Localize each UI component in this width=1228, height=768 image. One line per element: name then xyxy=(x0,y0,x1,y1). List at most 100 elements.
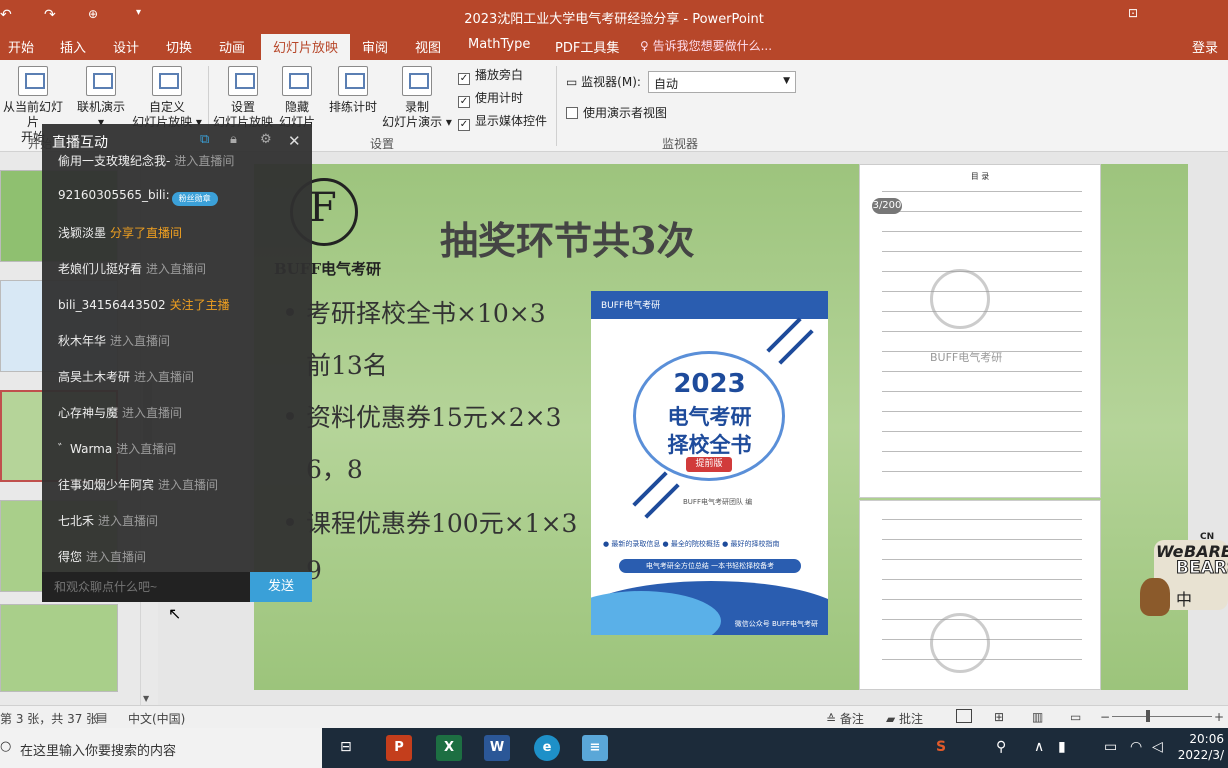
sign-in-link[interactable]: 登录 xyxy=(1192,37,1218,56)
microphone-icon[interactable]: ▮ xyxy=(1058,739,1066,755)
live-app-icon[interactable]: ≡ xyxy=(582,735,608,761)
scroll-down-icon[interactable]: ▼ xyxy=(143,694,149,703)
zoom-slider[interactable] xyxy=(1112,710,1212,722)
chat-user: 92160305565_bili: xyxy=(58,188,170,202)
contents-page-image[interactable] xyxy=(859,500,1101,690)
live-chat-panel: 直播互动 ⧉ 🔒︎ ⚙ ✕ 偷用一支玫瑰纪念我- 进入直播间 9216030556… xyxy=(42,124,312,602)
tab-insert[interactable]: 插入 xyxy=(60,37,86,56)
bullet-subitem[interactable]: 前13名 xyxy=(306,346,388,382)
notes-icon: ≙ xyxy=(826,712,840,726)
title-bar: ↶ ↷ ⊕ ▾ 2023沈阳工业大学电气考研经验分享 - PowerPoint … xyxy=(0,0,1228,32)
lock-icon[interactable]: 🔒︎ xyxy=(230,132,237,147)
comments-button[interactable]: ▰ 批注 xyxy=(886,710,923,727)
chat-message: 老娘们儿挺好看 进入直播间 xyxy=(58,260,206,277)
slideshow-view-icon[interactable]: ▭ xyxy=(1070,710,1081,724)
checkbox-box xyxy=(566,107,578,119)
hide-slide-button[interactable]: 隐藏 幻灯片 xyxy=(276,66,318,130)
chat-user: 秋木年华 xyxy=(58,334,107,348)
monitor-select[interactable]: 自动 ▼ xyxy=(648,71,796,93)
volume-icon[interactable]: ◁ xyxy=(1152,739,1163,755)
button-label: 幻灯片演示 ▾ xyxy=(382,115,452,129)
normal-view-icon[interactable] xyxy=(956,709,972,723)
copy-icon[interactable]: ⧉ xyxy=(200,132,209,147)
input-method-icon[interactable]: S xyxy=(936,739,946,755)
spell-check-icon[interactable]: ▤ xyxy=(96,710,107,724)
show-hidden-icons[interactable]: ∧ xyxy=(1034,739,1044,755)
word-icon[interactable]: W xyxy=(484,735,510,761)
slide[interactable]: F BUFF电气考研 抽奖环节共3次 考研择校全书×10×3 前13名 资料优惠… xyxy=(254,164,1188,690)
chat-action: 进入直播间 xyxy=(110,334,171,348)
book-cover-image[interactable]: BUFF电气考研 2023 电气考研 择校全书 提前版 BUFF电气考研团队 编… xyxy=(591,291,828,635)
bullet-item[interactable]: 资料优惠券15元×2×3 xyxy=(286,398,562,434)
chat-action: 进入直播间 xyxy=(134,370,195,384)
slideshow-current-icon xyxy=(18,66,48,96)
send-button[interactable]: 发送 xyxy=(250,572,312,602)
toc-line xyxy=(882,619,1082,620)
monitor-label: ▭ 监视器(M): xyxy=(566,73,641,90)
present-online-button[interactable]: 联机演示 ▾ xyxy=(72,66,130,130)
book-features: ● 最新的录取信息 ● 最全的院校概括 ● 最好的择校指南 xyxy=(603,540,780,548)
ribbon-display-options-icon[interactable]: ⊡ xyxy=(1128,6,1138,20)
language-indicator[interactable]: 中文(中国) xyxy=(128,710,185,727)
tab-review[interactable]: 审阅 xyxy=(362,37,388,56)
mouse-cursor-icon: ↖ xyxy=(168,604,182,623)
close-icon[interactable]: ✕ xyxy=(288,132,301,150)
bullet-item[interactable]: 考研择校全书×10×3 xyxy=(286,294,546,330)
tab-design[interactable]: 设计 xyxy=(113,37,139,56)
task-view-icon[interactable]: ⊟ xyxy=(340,739,352,755)
tab-transitions[interactable]: 切换 xyxy=(166,37,192,56)
custom-slideshow-button[interactable]: 自定义 幻灯片放映 ▾ xyxy=(128,66,206,130)
chat-user: 老娘们儿挺好看 xyxy=(58,262,143,276)
reading-view-icon[interactable]: ▥ xyxy=(1032,710,1043,724)
bullet-item[interactable]: 课程优惠券100元×1×3 xyxy=(286,504,577,540)
checkbox-label: 使用计时 xyxy=(475,91,524,105)
contents-page-image[interactable]: 目 录 BUFF电气考研 xyxy=(859,164,1101,498)
watermark-text: BUFF电气考研 xyxy=(930,351,1003,364)
bullet-subitem[interactable]: 6，8 xyxy=(306,450,363,486)
record-icon xyxy=(402,66,432,96)
wifi-icon[interactable]: ◠ xyxy=(1130,739,1142,755)
tab-pdf-tools[interactable]: PDF工具集 xyxy=(555,37,619,56)
system-clock[interactable]: 20:06 2022/3/ xyxy=(1178,731,1224,763)
play-narrations-checkbox[interactable]: ✓ 播放旁白 xyxy=(458,66,523,85)
chat-title: 直播互动 xyxy=(52,135,108,151)
chat-input[interactable] xyxy=(42,572,250,602)
tab-view[interactable]: 视图 xyxy=(415,37,441,56)
browser-icon[interactable]: e xyxy=(534,735,560,761)
setup-slideshow-button[interactable]: 设置 幻灯片放映 xyxy=(210,66,276,130)
tell-me-search[interactable]: ♀ 告诉我您想要做什么... xyxy=(640,37,772,54)
powerpoint-icon[interactable]: P xyxy=(386,735,412,761)
taskbar-search[interactable]: ○ 在这里输入你要搜索的内容 xyxy=(0,728,322,768)
show-media-controls-checkbox[interactable]: ✓ 显示媒体控件 xyxy=(458,112,547,131)
chat-action: 分享了直播间 xyxy=(110,226,183,240)
present-online-icon xyxy=(86,66,116,96)
we-bare-bears-logo: CN We BARE BEARS 中 xyxy=(1140,530,1228,630)
chat-user: ゛Warma xyxy=(58,442,113,456)
chat-action: 进入直播间 xyxy=(158,478,219,492)
slide-title[interactable]: 抽奖环节共3次 xyxy=(440,210,694,265)
stopwatch-icon xyxy=(338,66,368,96)
use-timings-checkbox[interactable]: ✓ 使用计时 xyxy=(458,89,523,108)
tab-slideshow[interactable]: 幻灯片放映 xyxy=(261,34,351,60)
chat-message: 92160305565_bili: 粉丝勋章 xyxy=(58,188,218,206)
watermark-logo xyxy=(930,613,990,673)
presenter-view-checkbox[interactable]: 使用演示者视图 xyxy=(566,104,667,121)
rehearse-timings-button[interactable]: 排练计时 xyxy=(324,66,382,115)
record-slideshow-button[interactable]: 录制 幻灯片演示 ▾ xyxy=(380,66,454,130)
people-icon[interactable]: ⚲ xyxy=(996,739,1006,755)
gear-icon[interactable]: ⚙ xyxy=(260,132,272,147)
tab-home[interactable]: 开始 xyxy=(8,37,34,56)
zoom-out-button[interactable]: − xyxy=(1100,710,1110,724)
toc-line xyxy=(882,371,1082,372)
slide-sorter-icon[interactable]: ⊞ xyxy=(994,710,1004,724)
tab-mathtype[interactable]: MathType xyxy=(468,37,530,52)
zoom-slider-knob[interactable] xyxy=(1146,710,1150,722)
slide-thumbnail[interactable] xyxy=(0,604,118,692)
notes-button[interactable]: ≙ 备注 xyxy=(826,710,864,727)
excel-icon[interactable]: X xyxy=(436,735,462,761)
checkmark-icon: ✓ xyxy=(458,73,470,85)
battery-icon[interactable]: ▭ xyxy=(1104,739,1117,755)
chat-user: bili_34156443502 xyxy=(58,298,166,312)
tab-animations[interactable]: 动画 xyxy=(219,37,245,56)
zoom-in-button[interactable]: + xyxy=(1214,710,1224,724)
